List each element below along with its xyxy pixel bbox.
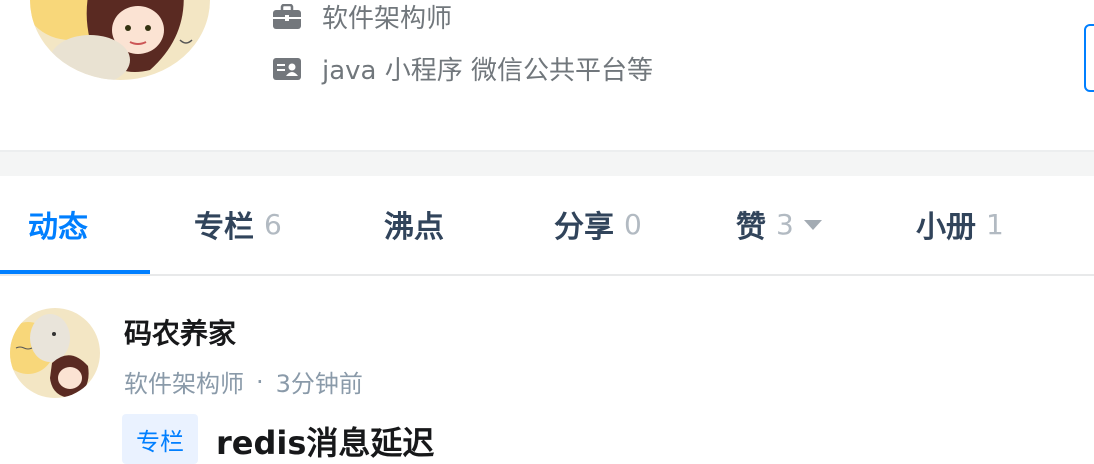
tab-activity[interactable]: 动态	[28, 174, 88, 274]
tab-label: 小册	[916, 210, 976, 245]
id-card-icon	[270, 55, 304, 83]
profile-avatar[interactable]	[30, 0, 210, 80]
feed-meta: 软件架构师 · 3分钟前	[124, 364, 363, 399]
profile-job-title: 软件架构师	[322, 4, 453, 34]
briefcase-icon	[270, 3, 304, 31]
tab-pins[interactable]: 沸点	[384, 174, 444, 274]
tab-count: 1	[986, 207, 1004, 241]
tab-label: 动态	[28, 210, 88, 245]
avatar-illustration-icon	[30, 0, 210, 80]
profile-intro-row: java 小程序 微信公共平台等	[270, 50, 653, 87]
section-divider	[0, 150, 1094, 176]
feed-author-name[interactable]: 码农养家	[124, 312, 236, 352]
tab-booklets[interactable]: 小册 1	[916, 174, 1004, 274]
tab-shares[interactable]: 分享 0	[554, 174, 642, 274]
tab-label: 赞	[736, 210, 766, 245]
feed-time: 3分钟前	[275, 370, 363, 398]
caret-down-icon[interactable]	[803, 220, 822, 230]
tab-label: 沸点	[384, 210, 444, 245]
tab-label: 分享	[554, 210, 614, 245]
tab-count: 6	[264, 207, 282, 241]
feed-author-job: 软件架构师	[124, 370, 244, 398]
edit-profile-button[interactable]	[1084, 24, 1094, 92]
profile-intro: java 小程序 微信公共平台等	[322, 56, 654, 86]
meta-separator: ·	[256, 367, 264, 396]
tab-count: 0	[624, 207, 642, 241]
tab-count: 3	[776, 207, 794, 241]
tab-likes[interactable]: 赞 3	[736, 174, 822, 274]
active-tab-indicator	[0, 270, 150, 274]
tab-columns[interactable]: 专栏 6	[194, 174, 282, 274]
feed-author-avatar[interactable]	[10, 308, 100, 398]
profile-tabs: 动态 专栏 6 沸点 分享 0 赞 3 小册 1	[0, 174, 1094, 276]
feed-title-link[interactable]: redis消息延迟	[216, 418, 434, 464]
feed-tag-badge[interactable]: 专栏	[122, 414, 198, 464]
avatar-illustration-icon	[10, 308, 100, 398]
profile-job-row: 软件架构师	[270, 0, 452, 35]
user-profile-page: 软件架构师 java 小程序 微信公共平台等 动态 专栏 6 沸点 分享 0 赞…	[0, 0, 1094, 464]
tab-label: 专栏	[194, 210, 254, 245]
